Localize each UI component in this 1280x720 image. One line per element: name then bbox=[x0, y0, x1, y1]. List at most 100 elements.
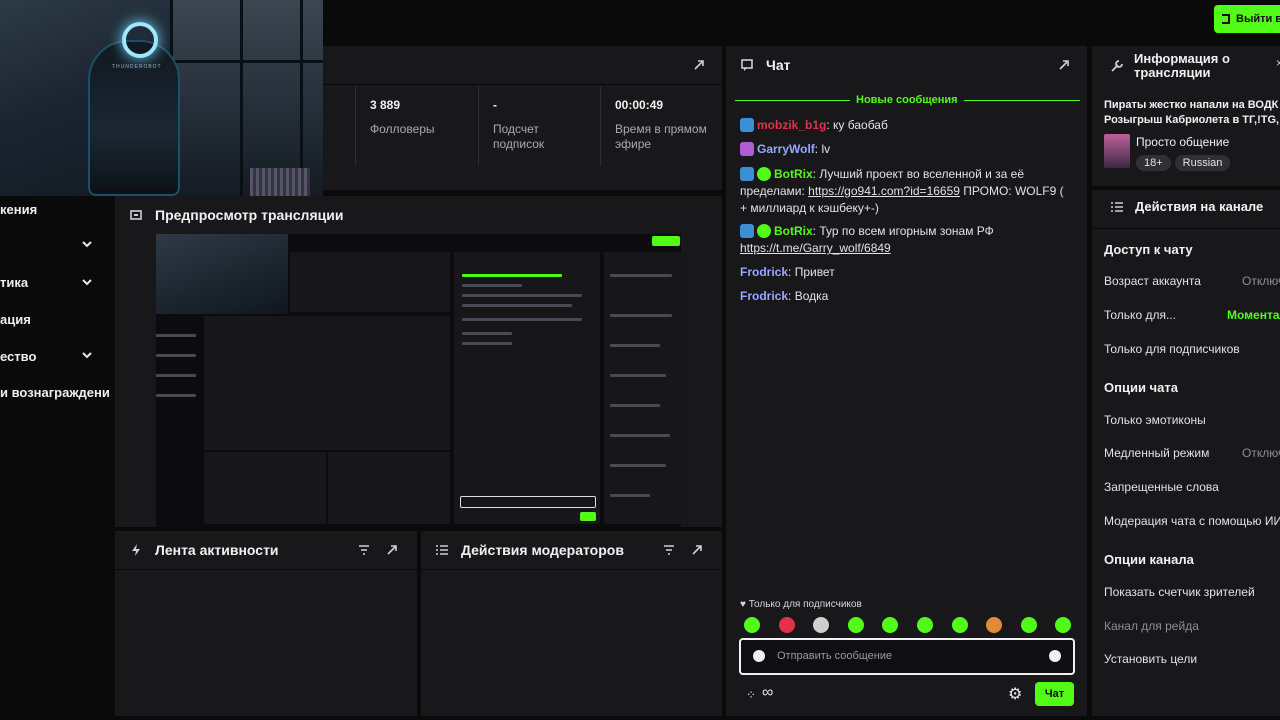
send-chat-label: Чат bbox=[1044, 688, 1065, 700]
followers-count: 3 889 bbox=[370, 98, 401, 112]
chat-link[interactable]: https://t.me/Garry_wolf/6849 bbox=[740, 241, 891, 255]
filter-icon[interactable] bbox=[357, 543, 371, 557]
emotes-only-option[interactable]: Только эмотиконы bbox=[1104, 413, 1206, 427]
emote-icon[interactable] bbox=[1020, 617, 1037, 633]
nav-item-5[interactable]: ество bbox=[0, 349, 36, 364]
banned-words-option[interactable]: Запрещенные слова bbox=[1104, 480, 1219, 494]
mini-text bbox=[462, 332, 512, 335]
info-close[interactable]: × bbox=[1276, 56, 1280, 70]
chat-options-heading: Опции чата bbox=[1104, 380, 1178, 395]
chat-username[interactable]: Frodrick bbox=[740, 265, 788, 279]
moderators-title: Действия модераторов bbox=[461, 542, 624, 558]
chat-link[interactable]: https://go941.com?id=16659 bbox=[808, 184, 960, 198]
tag-age[interactable]: 18+ bbox=[1136, 155, 1171, 171]
left-nav: кения тика ация ество и вознаграждени bbox=[0, 196, 112, 720]
moderators-header: Действия модераторов bbox=[421, 531, 722, 569]
mini-preview bbox=[204, 316, 450, 450]
followers-label: Фолловеры bbox=[370, 122, 435, 136]
chat-message: mobzik_b1g: ку баобаб bbox=[740, 117, 1070, 134]
mini-accent bbox=[652, 236, 680, 246]
emote-icon[interactable] bbox=[951, 617, 968, 633]
chat-username[interactable]: BotRix bbox=[774, 224, 813, 238]
nav-item-3[interactable]: тика bbox=[0, 275, 28, 290]
chat-message: BotRix: Лучший проект во вселенной и за … bbox=[740, 166, 1070, 217]
set-goals-option[interactable]: Установить цели bbox=[1104, 652, 1197, 666]
filter-icon[interactable] bbox=[662, 543, 676, 557]
activity-panel: Лента активности bbox=[115, 531, 417, 716]
mini-text bbox=[462, 274, 562, 277]
mini-text bbox=[156, 374, 196, 377]
chat-username[interactable]: mobzik_b1g bbox=[757, 118, 826, 132]
slow-mode-value[interactable]: Отключ bbox=[1242, 446, 1280, 460]
exit-button[interactable]: Выйти в bbox=[1214, 5, 1280, 33]
stats-divider bbox=[600, 86, 601, 166]
verified-icon bbox=[757, 224, 771, 238]
emote-icon[interactable] bbox=[744, 617, 760, 633]
mini-text bbox=[610, 494, 650, 497]
mini-text bbox=[156, 334, 196, 337]
popout-icon[interactable] bbox=[385, 543, 399, 557]
chevron-down-icon[interactable] bbox=[80, 348, 94, 362]
settings-icon[interactable]: ⚙ bbox=[1008, 684, 1022, 704]
only-for-value[interactable]: Моментал bbox=[1227, 308, 1280, 322]
mini-text bbox=[610, 374, 666, 377]
wrench-icon bbox=[1111, 60, 1123, 72]
chat-title: Чат bbox=[766, 57, 791, 73]
subs-only-option[interactable]: Только для подписчиков bbox=[1104, 342, 1240, 356]
chevron-down-icon[interactable] bbox=[80, 237, 94, 251]
ai-moderation-option[interactable]: Модерация чата с помощью ИИ bbox=[1104, 514, 1280, 528]
actions-title: Действия на канале bbox=[1135, 199, 1264, 214]
list-icon bbox=[1111, 202, 1123, 212]
emote-icon[interactable] bbox=[778, 617, 795, 633]
chevron-down-icon[interactable] bbox=[80, 275, 94, 289]
category-name[interactable]: Просто общение bbox=[1136, 135, 1229, 149]
category-thumbnail bbox=[1104, 134, 1130, 168]
ring-light bbox=[122, 22, 158, 58]
mini-text bbox=[610, 404, 660, 407]
popout-icon[interactable] bbox=[690, 543, 704, 557]
chat-message: GarryWolf: lv bbox=[740, 141, 1070, 158]
subs-label: Подсчет подписок bbox=[493, 122, 545, 151]
popout-icon[interactable] bbox=[1057, 58, 1071, 72]
chat-username[interactable]: Frodrick bbox=[740, 289, 788, 303]
nav-item-1[interactable]: кения bbox=[0, 202, 37, 217]
mini-text bbox=[610, 344, 660, 347]
heart-icon: ♥ bbox=[740, 599, 746, 610]
popout-icon[interactable] bbox=[692, 58, 706, 72]
emoji-left-icon[interactable] bbox=[753, 650, 765, 662]
mini-text bbox=[156, 394, 196, 397]
subs-count: - bbox=[493, 98, 497, 112]
chat-username[interactable]: GarryWolf bbox=[757, 142, 815, 156]
emote-icon[interactable] bbox=[917, 617, 933, 633]
points-icon[interactable]: ⁘ bbox=[746, 688, 756, 702]
emoji-picker-icon[interactable] bbox=[1049, 650, 1061, 662]
mini-text bbox=[462, 284, 522, 287]
chat-input[interactable]: Отправить сообщение bbox=[739, 638, 1075, 675]
chat-text: Водка bbox=[794, 289, 829, 303]
verified-icon bbox=[757, 167, 771, 181]
send-chat-button[interactable]: Чат bbox=[1035, 682, 1074, 706]
raid-channel-option[interactable]: Канал для рейда bbox=[1104, 619, 1199, 633]
nav-item-6[interactable]: и вознаграждени bbox=[0, 385, 110, 400]
emote-icon[interactable] bbox=[847, 617, 864, 633]
only-for-option[interactable]: Только для... bbox=[1104, 308, 1176, 322]
window-frame bbox=[300, 0, 303, 196]
mini-chat bbox=[454, 252, 600, 524]
mini-stats bbox=[290, 252, 450, 312]
slow-mode-option[interactable]: Медленный режим bbox=[1104, 446, 1209, 460]
live-time: 00:00:49 bbox=[615, 98, 664, 112]
account-age-value[interactable]: Отключ bbox=[1242, 274, 1280, 288]
chair-brand: THUNDEROBOT bbox=[112, 64, 162, 70]
channel-options-heading: Опции канала bbox=[1104, 552, 1194, 567]
stream-preview-image[interactable] bbox=[156, 234, 681, 527]
exit-icon bbox=[1222, 14, 1230, 24]
nav-item-4[interactable]: ация bbox=[0, 312, 31, 327]
tag-language[interactable]: Russian bbox=[1174, 155, 1231, 171]
chat-separator: : bbox=[788, 265, 795, 279]
account-age-option[interactable]: Возраст аккаунта bbox=[1104, 274, 1201, 288]
show-viewers-option[interactable]: Показать счетчик зрителей bbox=[1104, 585, 1255, 599]
mini-text bbox=[462, 294, 582, 297]
chat-username[interactable]: BotRix bbox=[774, 167, 813, 181]
chat-separator: : bbox=[788, 289, 795, 303]
mini-text bbox=[610, 274, 672, 277]
